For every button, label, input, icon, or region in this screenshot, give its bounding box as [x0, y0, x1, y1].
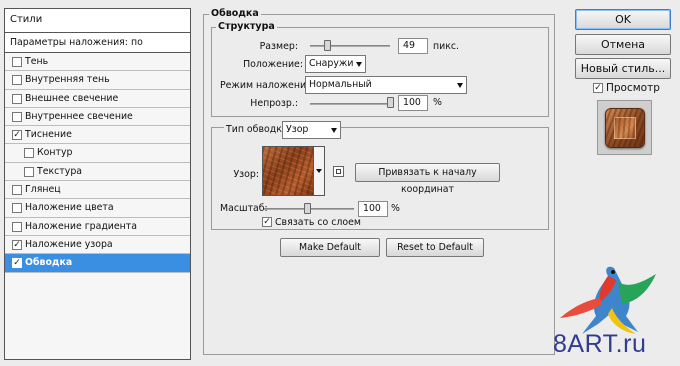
pattern-label: Узор: — [233, 169, 259, 180]
opacity-input[interactable]: 100 — [398, 95, 428, 111]
new-preset-icon[interactable] — [333, 166, 344, 177]
opacity-slider-track[interactable] — [310, 103, 393, 105]
fill-type-value: Узор — [286, 124, 309, 135]
reset-to-default-button[interactable]: Reset to Default — [386, 238, 484, 257]
style-item-6[interactable]: Текстура — [5, 162, 190, 182]
blend-mode-select[interactable]: Нормальный — [305, 76, 467, 94]
style-item-label: Наложение цвета — [25, 202, 114, 214]
size-input[interactable]: 49 — [398, 38, 428, 54]
fill-type-select[interactable]: Узор — [282, 121, 341, 139]
style-item-label: Внешнее свечение — [25, 92, 119, 104]
preview-checkbox[interactable]: ✓ — [593, 83, 603, 93]
style-item-label: Обводка — [25, 257, 73, 269]
style-item-label: Тень — [25, 56, 49, 67]
style-item-label: Наложение узора — [25, 238, 113, 250]
style-item-checkbox[interactable] — [12, 221, 22, 232]
blend-mode-label: Режим наложения: — [220, 80, 315, 91]
opacity-label: Непрозр.: — [250, 98, 298, 109]
preview-inner — [614, 117, 636, 139]
position-label: Положение: — [243, 59, 303, 70]
position-value: Снаружи — [309, 58, 354, 69]
style-preview-thumbnail — [597, 100, 652, 155]
watermark-text: 8ART.ru — [553, 330, 647, 358]
style-item-11[interactable]: ✓ Обводка — [5, 254, 190, 273]
preview-frame — [605, 108, 645, 148]
style-item-label: Текстура — [37, 165, 83, 177]
styles-header[interactable]: Стили — [5, 9, 190, 33]
preview-label: Просмотр — [606, 82, 660, 94]
scale-slider-thumb[interactable] — [304, 203, 311, 214]
scale-label: Масштаб: — [220, 203, 268, 214]
style-item-checkbox[interactable] — [12, 185, 22, 196]
style-item-1[interactable]: Внутренняя тень — [5, 71, 190, 90]
style-item-5[interactable]: Контур — [5, 144, 190, 163]
style-item-label: Внутренняя тень — [25, 74, 110, 86]
chevron-down-icon — [331, 128, 337, 133]
stroke-title: Обводка — [209, 8, 261, 19]
style-item-checkbox[interactable] — [24, 148, 34, 159]
size-unit: пикс. — [433, 41, 460, 52]
chevron-down-icon — [356, 62, 362, 67]
scale-input[interactable]: 100 — [358, 201, 388, 217]
scale-unit: % — [391, 203, 400, 214]
style-item-checkbox[interactable]: ✓ — [12, 258, 22, 269]
style-item-checkbox[interactable] — [12, 75, 22, 86]
style-item-label: Глянец — [25, 184, 61, 196]
style-item-9[interactable]: Наложение градиента — [5, 217, 190, 236]
style-item-label: Наложение градиента — [25, 220, 138, 232]
style-item-10[interactable]: ✓ Наложение узора — [5, 235, 190, 255]
style-item-checkbox[interactable] — [12, 93, 22, 104]
size-label: Размер: — [259, 41, 298, 52]
style-item-label: Контур — [37, 147, 73, 159]
style-item-checkbox[interactable] — [12, 111, 22, 122]
style-item-0[interactable]: Тень — [5, 53, 190, 72]
structure-title: Структура — [216, 21, 277, 32]
position-select[interactable]: Снаружи — [305, 55, 366, 73]
styles-panel: Стили Параметры наложения: по умолчанию … — [4, 8, 191, 360]
style-item-2[interactable]: Внешнее свечение — [5, 89, 190, 108]
parrot-logo-icon — [560, 266, 656, 334]
style-item-7[interactable]: Глянец — [5, 181, 190, 200]
blending-options-default[interactable]: Параметры наложения: по умолчанию — [5, 33, 190, 68]
style-item-checkbox[interactable]: ✓ — [12, 130, 22, 141]
pattern-swatch[interactable] — [262, 146, 314, 196]
style-item-3[interactable]: Внутреннее свечение — [5, 107, 190, 127]
pattern-picker-button[interactable] — [314, 146, 325, 196]
new-preset-icon-square — [336, 169, 341, 174]
chevron-down-icon — [316, 169, 322, 173]
style-item-checkbox[interactable] — [24, 166, 34, 177]
style-item-checkbox[interactable]: ✓ — [12, 239, 22, 250]
new-style-button[interactable]: Новый стиль... — [575, 58, 671, 79]
style-item-checkbox[interactable] — [12, 57, 22, 67]
style-item-4[interactable]: ✓ Тиснение — [5, 126, 190, 145]
link-with-layer-checkbox[interactable]: ✓ — [262, 217, 272, 227]
size-slider-thumb[interactable] — [324, 40, 331, 51]
style-item-label: Внутреннее свечение — [25, 110, 133, 122]
snap-to-origin-button[interactable]: Привязать к началу координат — [355, 163, 500, 195]
opacity-unit: % — [433, 97, 442, 108]
size-slider-track[interactable] — [310, 45, 390, 47]
opacity-slider-thumb[interactable] — [387, 97, 394, 108]
style-item-label: Тиснение — [25, 129, 72, 141]
chevron-down-icon — [457, 83, 463, 88]
blend-mode-value: Нормальный — [309, 79, 372, 90]
style-item-checkbox[interactable] — [12, 203, 22, 214]
make-default-button[interactable]: Make Default — [280, 238, 380, 257]
cancel-button[interactable]: Отмена — [575, 34, 671, 55]
link-with-layer-label: Связать со слоем — [275, 217, 362, 228]
style-item-8[interactable]: Наложение цвета — [5, 199, 190, 218]
ok-button[interactable]: OK — [575, 9, 671, 30]
